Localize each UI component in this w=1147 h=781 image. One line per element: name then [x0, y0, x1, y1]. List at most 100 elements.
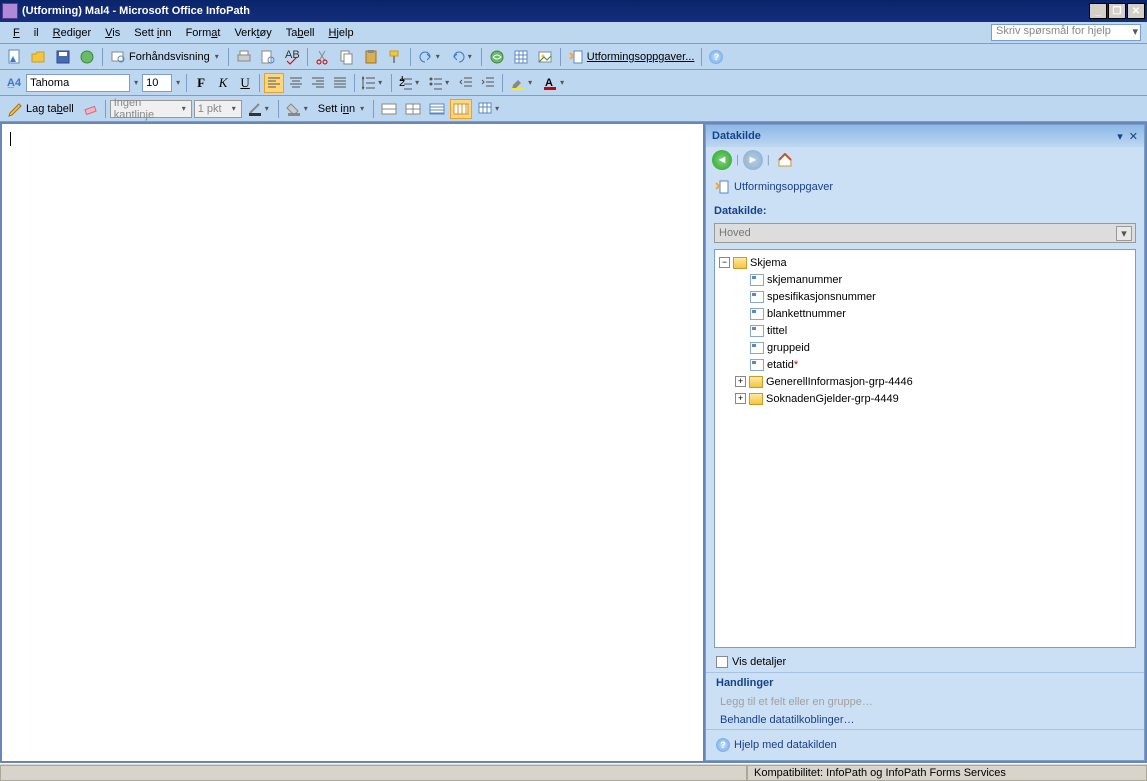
numbering-icon[interactable]: 12▾: [396, 73, 424, 93]
copy-icon[interactable]: [336, 47, 358, 67]
help-search-input[interactable]: Skriv spørsmål for hjelp: [991, 24, 1141, 41]
font-name-input[interactable]: [26, 74, 130, 92]
fill-color-icon[interactable]: ▾: [283, 99, 313, 119]
tree-root[interactable]: − Skjema: [717, 254, 1133, 271]
field-icon: [750, 342, 764, 354]
tree-field[interactable]: spesifikasjonsnummer: [717, 288, 1133, 305]
border-width-select[interactable]: 1 pkt▾: [194, 100, 242, 118]
paste-icon[interactable]: [360, 47, 382, 67]
titlebar: (Utforming) Mal4 - Microsoft Office Info…: [0, 0, 1147, 22]
checkbox-icon[interactable]: [716, 656, 728, 668]
bullets-icon[interactable]: ▾: [426, 73, 454, 93]
minimize-button[interactable]: _: [1089, 3, 1107, 19]
publish-icon[interactable]: [76, 47, 98, 67]
hyperlink-icon[interactable]: [486, 47, 508, 67]
dist-rows-icon[interactable]: [426, 99, 448, 119]
tree-group[interactable]: +SoknadenGjelder-grp-4449: [717, 390, 1133, 407]
datasource-label: Datakilde:: [706, 201, 1144, 221]
merge-cells-icon[interactable]: [378, 99, 400, 119]
print-icon[interactable]: [233, 47, 255, 67]
task-pane: Datakilde ▾ ✕ ◄ | ► | Utformingsoppgaver…: [705, 124, 1145, 761]
menu-file[interactable]: Fil: [6, 25, 46, 41]
indent-icon[interactable]: [478, 73, 498, 93]
outdent-icon[interactable]: [456, 73, 476, 93]
underline-icon[interactable]: U: [235, 73, 255, 93]
show-details-check[interactable]: Vis detaljer: [706, 652, 1144, 672]
spellcheck-icon[interactable]: ABC: [281, 47, 303, 67]
menu-insert[interactable]: Sett inn: [127, 25, 178, 41]
tree-field[interactable]: skjemanummer: [717, 271, 1133, 288]
nav-home-icon[interactable]: [774, 150, 796, 170]
help-icon[interactable]: ?: [706, 47, 726, 67]
status-compat: Kompatibilitet: InfoPath og InfoPath For…: [747, 765, 1147, 781]
expand-icon[interactable]: +: [735, 393, 746, 404]
design-canvas[interactable]: [2, 124, 703, 761]
font-color-icon[interactable]: A▾: [539, 73, 569, 93]
preview-button[interactable]: Forhåndsvisning▾: [107, 47, 224, 67]
highlight-icon[interactable]: ▾: [507, 73, 537, 93]
taskpane-close-icon[interactable]: ✕: [1129, 130, 1138, 143]
cut-icon[interactable]: [312, 47, 334, 67]
tree-field[interactable]: tittel: [717, 322, 1133, 339]
tree-field[interactable]: gruppeid: [717, 339, 1133, 356]
save-icon[interactable]: [52, 47, 74, 67]
tree-group[interactable]: +GenerellInformasjon-grp-4446: [717, 373, 1133, 390]
nav-back-icon[interactable]: ◄: [712, 150, 732, 170]
insert-menu-button[interactable]: Sett inn▾: [315, 99, 369, 119]
manage-connections-link[interactable]: Behandle datatilkoblinger…: [706, 711, 1144, 729]
datasource-tree[interactable]: − Skjema skjemanummer spesifikasjonsnumm…: [714, 249, 1136, 648]
standard-toolbar: Forhåndsvisning▾ ABC ▾ ▾ Utformingsoppga…: [0, 44, 1147, 70]
format-painter-icon[interactable]: [384, 47, 406, 67]
expand-icon[interactable]: +: [735, 376, 746, 387]
align-right-icon[interactable]: [308, 73, 328, 93]
folder-icon: [749, 376, 763, 388]
formatting-toolbar: A̲4 ▾ ▾ F K U ▾ 12▾ ▾ ▾ A▾: [0, 70, 1147, 96]
align-left-icon[interactable]: [264, 73, 284, 93]
line-spacing-icon[interactable]: ▾: [359, 73, 387, 93]
print-preview-icon[interactable]: [257, 47, 279, 67]
help-icon: ?: [716, 738, 730, 752]
align-justify-icon[interactable]: [330, 73, 350, 93]
insert-picture-icon[interactable]: [534, 47, 556, 67]
split-cells-icon[interactable]: [402, 99, 424, 119]
border-color-icon[interactable]: ▾: [244, 99, 274, 119]
field-icon: [750, 359, 764, 371]
menu-edit[interactable]: Rediger: [46, 25, 99, 41]
menu-view[interactable]: Vis: [98, 25, 127, 41]
nav-forward-icon[interactable]: ►: [743, 150, 763, 170]
font-dropdown[interactable]: ▾: [132, 78, 140, 87]
menu-tools[interactable]: Verktøy: [227, 25, 278, 41]
actions-header: Handlinger: [706, 672, 1144, 693]
close-button[interactable]: ✕: [1127, 3, 1145, 19]
undo-icon[interactable]: ▾: [415, 47, 445, 67]
taskpane-menu-icon[interactable]: ▾: [1117, 130, 1123, 143]
menu-table[interactable]: Tabell: [279, 25, 322, 41]
insert-table-icon[interactable]: [510, 47, 532, 67]
align-center-icon[interactable]: [286, 73, 306, 93]
maximize-button[interactable]: ❐: [1108, 3, 1126, 19]
tree-field[interactable]: blankettnummer: [717, 305, 1133, 322]
dist-cols-icon[interactable]: [450, 99, 472, 119]
content-area: Datakilde ▾ ✕ ◄ | ► | Utformingsoppgaver…: [0, 122, 1147, 763]
new-designer-icon[interactable]: [4, 47, 26, 67]
taskpane-title: Datakilde ▾ ✕: [706, 125, 1144, 147]
size-dropdown[interactable]: ▾: [174, 78, 182, 87]
tree-field-required[interactable]: etatid*: [717, 356, 1133, 373]
eraser-icon[interactable]: [79, 99, 101, 119]
italic-icon[interactable]: K: [213, 73, 233, 93]
bold-icon[interactable]: F: [191, 73, 211, 93]
redo-icon[interactable]: ▾: [447, 47, 477, 67]
open-icon[interactable]: [28, 47, 50, 67]
font-size-input[interactable]: [142, 74, 172, 92]
font-prefix-icon[interactable]: A̲4: [4, 73, 24, 93]
design-tasks-button[interactable]: Utformingsoppgaver...: [565, 47, 698, 67]
table-properties-icon[interactable]: ▾: [474, 99, 504, 119]
collapse-icon[interactable]: −: [719, 257, 730, 268]
design-tasks-link[interactable]: Utformingsoppgaver: [706, 173, 1144, 201]
help-datasource-link[interactable]: ? Hjelp med datakilden: [706, 729, 1144, 760]
menu-format[interactable]: Format: [179, 25, 228, 41]
menu-help[interactable]: Hjelp: [322, 25, 361, 41]
border-style-select[interactable]: Ingen kantlinje▾: [110, 100, 192, 118]
datasource-select[interactable]: Hoved: [714, 223, 1136, 243]
draw-table-button[interactable]: Lag tabell: [4, 99, 77, 119]
